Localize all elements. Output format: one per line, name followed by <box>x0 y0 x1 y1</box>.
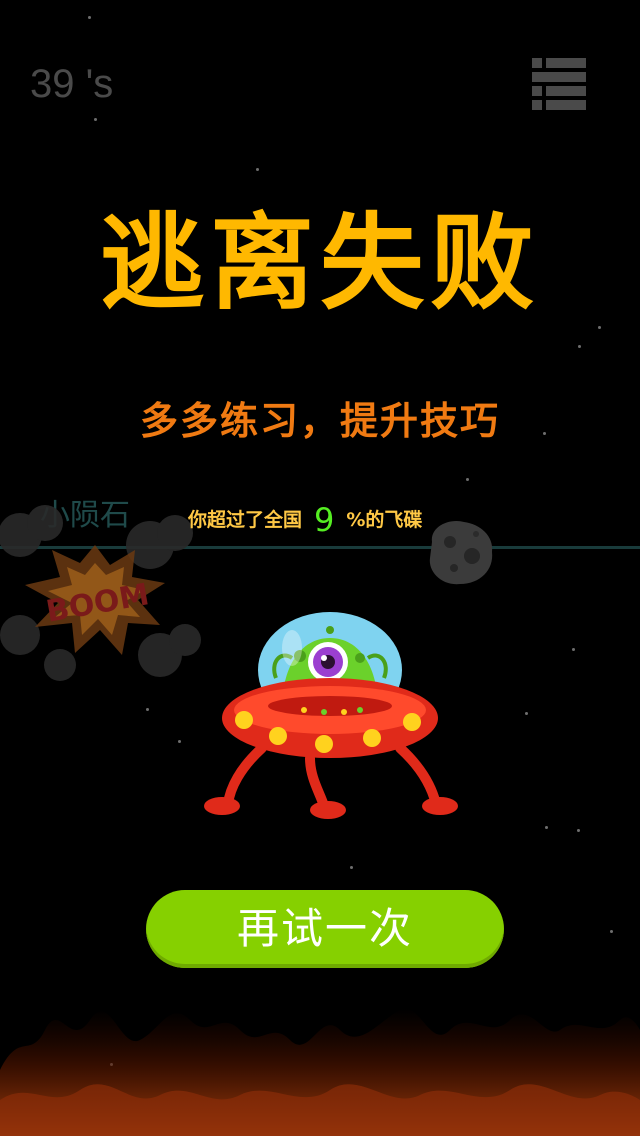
timer-display: 39 's <box>30 62 114 106</box>
asteroid-icon <box>429 520 493 585</box>
stat-suffix: %的飞碟 <box>346 509 423 531</box>
ufo-alien-icon <box>204 612 458 819</box>
menu-button[interactable] <box>532 58 586 110</box>
fire-decoration <box>0 1008 640 1136</box>
hamburger-menu-icon <box>532 58 586 110</box>
result-subtitle: 多多练习，提升技巧 <box>139 399 500 443</box>
stat-prefix: 你超过了全国 <box>188 509 303 531</box>
stat-percent: 9 <box>314 501 335 539</box>
retry-button[interactable]: 再试一次 <box>146 890 504 968</box>
explosion-icon: BOOM <box>0 505 201 681</box>
rank-stat: 你超过了全国 9 %的飞碟 <box>188 500 422 540</box>
result-title: 逃离失败 <box>99 202 540 324</box>
